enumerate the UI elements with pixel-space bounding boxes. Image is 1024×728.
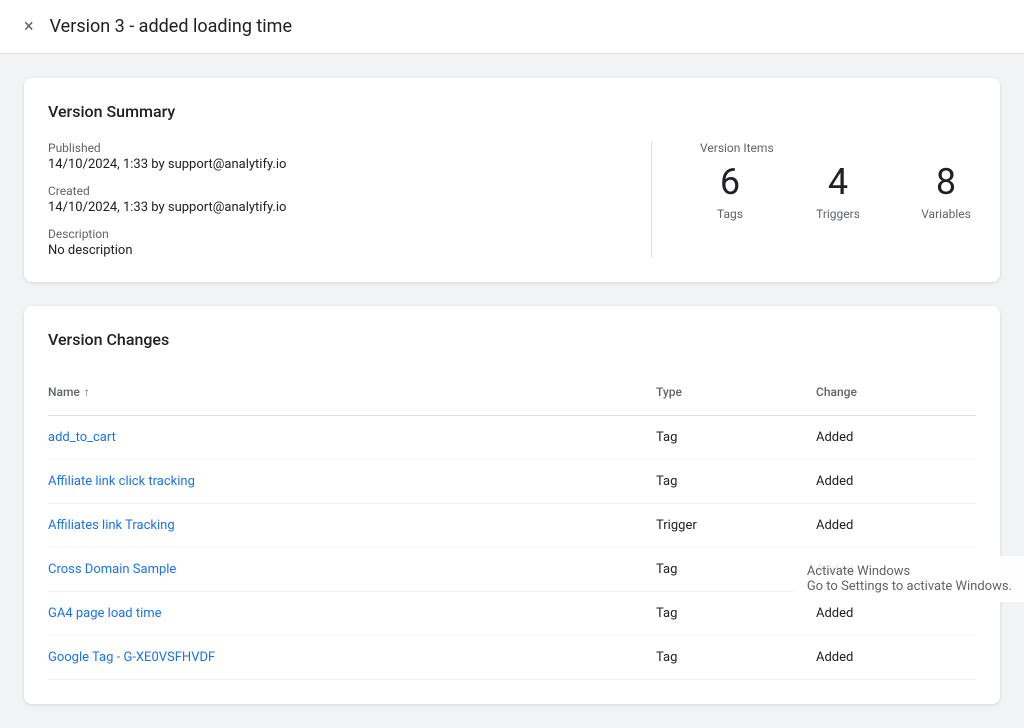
table-row: Cross Domain Sample Tag Added [48,548,976,592]
version-changes-card: Version Changes Name ↑ Type Change add_t… [24,306,1000,704]
row-change: Added [816,460,976,503]
summary-left: Published 14/10/2024, 1:33 by support@an… [48,141,611,258]
row-type: Tag [656,636,816,679]
table-row: Affiliates link Tracking Trigger Added [48,504,976,548]
row-change: Added [816,416,976,459]
stats-row: 6 Tags 4 Triggers 8 Variables [700,163,976,221]
table-row: Affiliate link click tracking Tag Added [48,460,976,504]
summary-grid: Published 14/10/2024, 1:33 by support@an… [48,141,976,258]
description-label: Description [48,227,611,241]
changes-card-title: Version Changes [48,330,976,349]
triggers-label: Triggers [816,207,860,221]
name-column-label: Name [48,385,80,399]
page-header: × Version 3 - added loading time [0,0,1024,54]
triggers-stat: 4 Triggers [808,163,868,221]
row-change: Added [816,504,976,547]
created-value: 14/10/2024, 1:33 by support@analytify.io [48,200,611,215]
created-label: Created [48,184,611,198]
row-name-link[interactable]: Affiliate link click tracking [48,460,656,503]
changes-table: Name ↑ Type Change add_to_cart Tag Added… [48,369,976,680]
published-value: 14/10/2024, 1:33 by support@analytify.io [48,157,611,172]
version-summary-card: Version Summary Published 14/10/2024, 1:… [24,78,1000,282]
row-name-link[interactable]: add_to_cart [48,416,656,459]
version-items-label: Version Items [700,141,976,155]
row-type: Tag [656,416,816,459]
table-body: add_to_cart Tag Added Affiliate link cli… [48,416,976,680]
row-type: Tag [656,548,816,591]
variables-stat: 8 Variables [916,163,976,221]
variables-label: Variables [921,207,971,221]
row-change: Added [816,548,976,591]
th-change: Change [816,377,976,407]
description-value: No description [48,243,611,258]
row-change: Added [816,592,976,635]
row-name-link[interactable]: Cross Domain Sample [48,548,656,591]
th-name[interactable]: Name ↑ [48,377,656,407]
tags-stat: 6 Tags [700,163,760,221]
page-title: Version 3 - added loading time [50,16,292,37]
created-section: Created 14/10/2024, 1:33 by support@anal… [48,184,611,215]
row-type: Tag [656,460,816,503]
main-content: Version Summary Published 14/10/2024, 1:… [0,54,1024,728]
tags-label: Tags [717,207,743,221]
sort-icon: ↑ [84,385,90,399]
published-label: Published [48,141,611,155]
table-row: GA4 page load time Tag Added [48,592,976,636]
version-items-section: Version Items 6 Tags 4 Triggers 8 Variab [700,141,976,221]
close-button[interactable]: × [24,18,34,36]
summary-right: Version Items 6 Tags 4 Triggers 8 Variab [651,141,976,258]
row-name-link[interactable]: GA4 page load time [48,592,656,635]
row-type: Trigger [656,504,816,547]
description-section: Description No description [48,227,611,258]
table-row: add_to_cart Tag Added [48,416,976,460]
tags-count: 6 [720,163,740,203]
row-name-link[interactable]: Google Tag - G-XE0VSFHVDF [48,636,656,679]
th-type: Type [656,377,816,407]
published-section: Published 14/10/2024, 1:33 by support@an… [48,141,611,172]
row-change: Added [816,636,976,679]
row-name-link[interactable]: Affiliates link Tracking [48,504,656,547]
summary-card-title: Version Summary [48,102,976,121]
variables-count: 8 [936,163,956,203]
table-header-row: Name ↑ Type Change [48,369,976,416]
row-type: Tag [656,592,816,635]
table-row: Google Tag - G-XE0VSFHVDF Tag Added [48,636,976,680]
triggers-count: 4 [828,163,848,203]
